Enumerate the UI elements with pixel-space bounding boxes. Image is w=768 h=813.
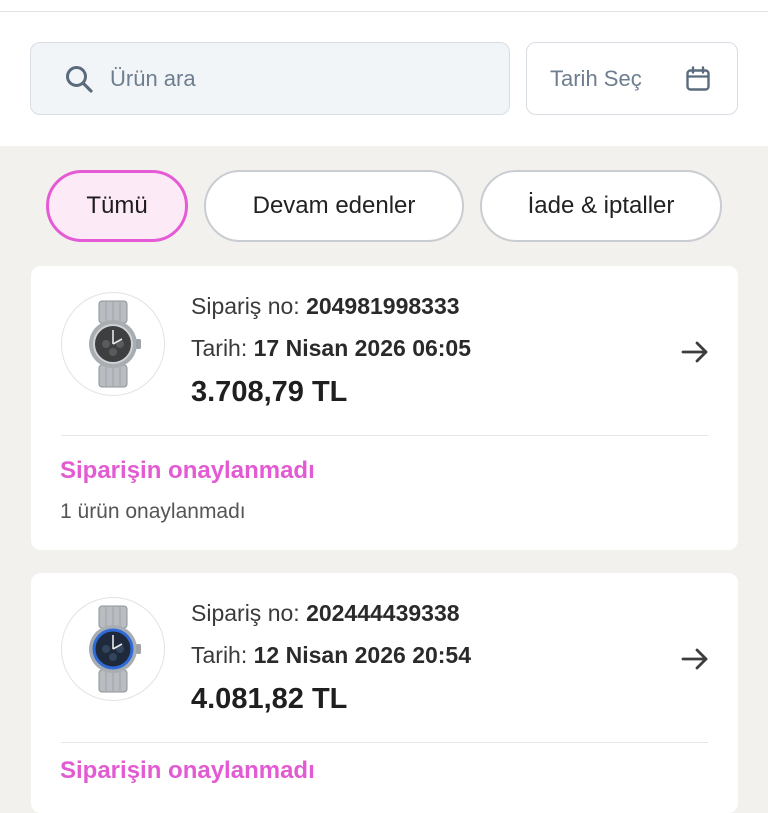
order-date: Tarih: 12 Nisan 2026 20:54: [191, 642, 471, 669]
order-status: Siparişin onaylanmadı: [60, 457, 315, 484]
order-date-value: 12 Nisan 2026 20:54: [253, 642, 472, 668]
order-price: 3.708,79 TL: [191, 376, 348, 408]
product-thumbnail: [61, 597, 165, 701]
search-placeholder: Ürün ara: [110, 65, 196, 91]
filter-chip-returns[interactable]: İade & iptaller: [480, 170, 722, 242]
order-number-value: 204981998333: [306, 293, 460, 319]
order-status: Siparişin onaylanmadı: [60, 757, 315, 784]
watch-icon: [89, 300, 141, 388]
order-date-label: Tarih:: [191, 642, 248, 668]
filter-chip-label: Tümü: [86, 192, 148, 219]
search-icon: [63, 63, 95, 95]
card-divider: [61, 435, 708, 436]
order-number-value: 202444439338: [306, 600, 460, 626]
filter-chip-all[interactable]: Tümü: [46, 170, 188, 242]
filter-chip-label: Devam edenler: [252, 192, 416, 219]
order-card[interactable]: Sipariş no: 204981998333 Tarih: 17 Nisan…: [31, 266, 738, 550]
arrow-right-icon[interactable]: [680, 644, 710, 674]
order-number-label: Sipariş no:: [191, 600, 300, 626]
top-divider: [0, 11, 768, 12]
calendar-icon: [685, 65, 711, 92]
arrow-right-icon[interactable]: [680, 337, 710, 367]
order-card[interactable]: Sipariş no: 202444439338 Tarih: 12 Nisan…: [31, 573, 738, 813]
order-number: Sipariş no: 204981998333: [191, 293, 460, 320]
order-date: Tarih: 17 Nisan 2026 06:05: [191, 335, 471, 362]
filter-chip-label: İade & iptaller: [527, 192, 675, 219]
product-thumbnail: [61, 292, 165, 396]
order-date-value: 17 Nisan 2026 06:05: [253, 335, 472, 361]
watch-icon: [89, 605, 141, 693]
filter-chip-ongoing[interactable]: Devam edenler: [204, 170, 464, 242]
search-input[interactable]: Ürün ara: [30, 42, 510, 115]
order-date-label: Tarih:: [191, 335, 248, 361]
card-divider: [61, 742, 708, 743]
date-picker-label: Tarih Seç: [550, 65, 642, 91]
order-price: 4.081,82 TL: [191, 683, 348, 715]
header-area: Ürün ara Tarih Seç: [0, 0, 768, 146]
order-status-detail: 1 ürün onaylanmadı: [60, 500, 246, 523]
date-picker-button[interactable]: Tarih Seç: [526, 42, 738, 115]
order-number-label: Sipariş no:: [191, 293, 300, 319]
order-number: Sipariş no: 202444439338: [191, 600, 460, 627]
